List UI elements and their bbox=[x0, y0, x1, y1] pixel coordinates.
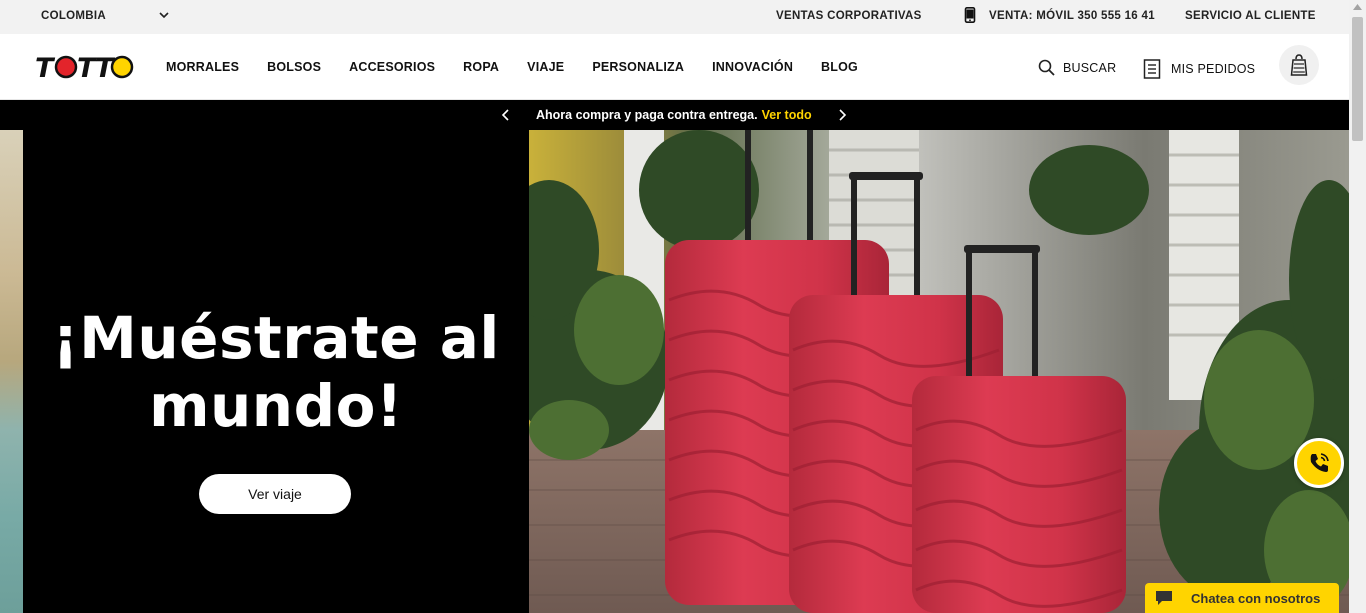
cart-button[interactable] bbox=[1279, 45, 1319, 85]
my-orders-button[interactable]: MIS PEDIDOS bbox=[1143, 59, 1255, 79]
chevron-down-icon[interactable] bbox=[158, 9, 170, 21]
phone-sales-link[interactable]: VENTA: MÓVIL 350 555 16 41 bbox=[989, 10, 1155, 22]
nav-bolsos[interactable]: BOLSOS bbox=[267, 60, 321, 74]
search-icon bbox=[1038, 59, 1055, 76]
chat-label: Chatea con nosotros bbox=[1191, 590, 1321, 606]
nav-viaje[interactable]: VIAJE bbox=[527, 60, 564, 74]
call-button[interactable] bbox=[1294, 438, 1344, 488]
page-scrollbar[interactable] bbox=[1349, 0, 1366, 613]
nav-innovacion[interactable]: INNOVACIÓN bbox=[712, 60, 793, 74]
nav-accesorios[interactable]: ACCESORIOS bbox=[349, 60, 435, 74]
hero-banner: ¡Muéstrate al mundo! Ver viaje bbox=[0, 130, 1349, 613]
totto-logo[interactable]: T TT bbox=[33, 51, 137, 83]
phone-call-icon bbox=[1310, 453, 1329, 472]
scroll-up-arrow-icon[interactable] bbox=[1353, 4, 1362, 10]
country-label: COLOMBIA bbox=[41, 10, 107, 22]
scrollbar-thumb[interactable] bbox=[1352, 17, 1363, 141]
phone-icon bbox=[964, 7, 976, 23]
chat-button[interactable]: Chatea con nosotros bbox=[1145, 583, 1339, 613]
nav-morrales[interactable]: MORRALES bbox=[166, 60, 239, 74]
svg-text:TT: TT bbox=[77, 53, 116, 83]
ver-viaje-button[interactable]: Ver viaje bbox=[199, 474, 351, 514]
my-orders-label: MIS PEDIDOS bbox=[1171, 62, 1256, 76]
promo-text: Ahora compra y paga contra entrega. bbox=[536, 108, 758, 122]
chevron-left-icon[interactable] bbox=[500, 108, 512, 122]
search-button[interactable]: BUSCAR bbox=[1038, 59, 1116, 76]
top-utility-bar: COLOMBIA VENTAS CORPORATIVAS VENTA: MÓVI… bbox=[0, 0, 1349, 34]
hero-title-line1: ¡Muéstrate al bbox=[52, 304, 500, 372]
suitcases-photo bbox=[529, 130, 1349, 613]
nav-ropa[interactable]: ROPA bbox=[463, 60, 499, 74]
receipt-icon bbox=[1143, 59, 1161, 79]
hero-text-panel: ¡Muéstrate al mundo! Ver viaje bbox=[23, 130, 529, 613]
country-selector[interactable]: COLOMBIA bbox=[41, 10, 106, 22]
promo-message: Ahora compra y paga contra entrega. Ver t… bbox=[536, 108, 812, 122]
hero-title: ¡Muéstrate al mundo! bbox=[23, 304, 529, 440]
promo-link[interactable]: Ver todo bbox=[762, 108, 812, 122]
hero-title-line2: mundo! bbox=[149, 372, 403, 440]
chevron-right-icon[interactable] bbox=[836, 108, 848, 122]
nav-blog[interactable]: BLOG bbox=[821, 60, 858, 74]
previous-slide-peek bbox=[0, 130, 23, 613]
nav-personaliza[interactable]: PERSONALIZA bbox=[592, 60, 684, 74]
shopping-bag-icon bbox=[1290, 54, 1308, 76]
main-nav: MORRALES BOLSOS ACCESORIOS ROPA VIAJE PE… bbox=[166, 60, 886, 74]
customer-service-link[interactable]: SERVICIO AL CLIENTE bbox=[1185, 10, 1316, 22]
svg-text:T: T bbox=[35, 53, 56, 83]
promo-strip: Ahora compra y paga contra entrega. Ver t… bbox=[0, 100, 1349, 130]
main-header: T TT MORRALES BOLSOS ACCESORIOS ROPA VIA… bbox=[0, 34, 1349, 100]
search-label: BUSCAR bbox=[1063, 60, 1117, 75]
corporate-sales-link[interactable]: VENTAS CORPORATIVAS bbox=[776, 10, 922, 22]
chat-bubble-icon bbox=[1156, 591, 1172, 605]
